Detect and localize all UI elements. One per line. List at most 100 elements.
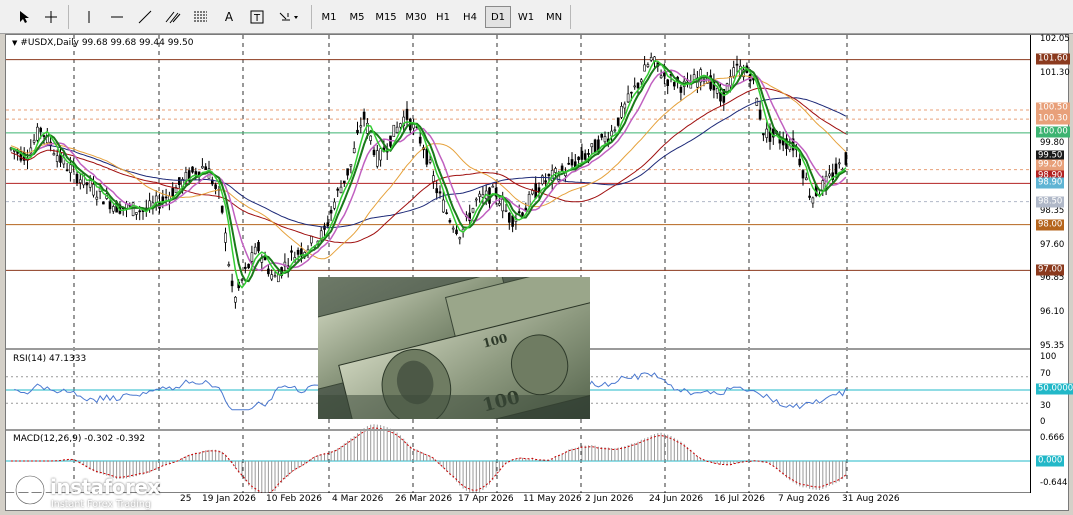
candle-body [544, 180, 547, 183]
timeframe-m1-button[interactable]: M1 [316, 6, 342, 28]
timeframe-w1-button[interactable]: W1 [513, 6, 539, 28]
date-tick: 11 May 2026 [523, 494, 582, 504]
level-label: 99.20 [1036, 159, 1065, 171]
horizontal-line-icon[interactable] [106, 6, 128, 28]
candle-body [613, 129, 617, 132]
candle-body [491, 185, 495, 188]
candle-body [425, 148, 429, 165]
candle-body [230, 280, 234, 287]
terminal-window: A T M1 M5 M15 M30 H1 H4 D1 W1 MN ▼ #USDX,… [0, 0, 1073, 515]
candle-body [257, 241, 260, 252]
timeframe-h4-button[interactable]: H4 [457, 6, 483, 28]
candle-body [643, 64, 646, 72]
pane-separator[interactable] [6, 429, 1030, 431]
candle-body [52, 153, 56, 156]
candle-body [108, 201, 112, 210]
date-tick: 10 Feb 2026 [266, 494, 323, 504]
candle-body [346, 168, 349, 176]
price-tick: 101.30 [1040, 68, 1070, 78]
candle-body [501, 198, 505, 212]
price-tick: 102.05 [1040, 34, 1070, 44]
candle-body [471, 208, 475, 213]
candle-body [663, 71, 666, 77]
candle-body [672, 82, 676, 87]
instaforex-logo-icon [14, 474, 46, 506]
crosshair-icon[interactable] [40, 6, 62, 28]
arrows-icon[interactable] [274, 6, 304, 28]
macd-tick: 0.666 [1040, 433, 1065, 443]
candle-body [250, 252, 254, 262]
text-icon[interactable]: A [218, 6, 240, 28]
candle-body [342, 180, 346, 184]
candle-body [659, 75, 663, 79]
candle-body [441, 199, 445, 213]
vertical-line-icon[interactable] [78, 6, 100, 28]
toolbar-separator [68, 5, 69, 29]
date-tick: 24 Jun 2026 [649, 494, 704, 504]
candle-body [85, 182, 89, 186]
chart-menu-arrow-icon[interactable]: ▼ [12, 39, 17, 47]
candle-body [333, 201, 336, 209]
candle-body [79, 179, 82, 183]
candle-body [507, 212, 511, 223]
candle-body [36, 126, 39, 141]
text-label-icon[interactable]: T [246, 6, 268, 28]
price-tick: 95.35 [1040, 341, 1065, 351]
candle-body [801, 170, 805, 179]
candle-body [214, 184, 217, 189]
level-label: 98.90 [1036, 177, 1065, 189]
candle-body [455, 229, 458, 235]
chart-window[interactable]: ▼ #USDX,Daily 99.68 99.68 99.44 99.50 102… [5, 34, 1073, 511]
candle-body [102, 201, 105, 205]
date-tick: 17 Apr 2026 [458, 494, 514, 504]
timeframe-m5-button[interactable]: M5 [344, 6, 370, 28]
candle-body [633, 85, 637, 88]
candle-body [567, 162, 571, 165]
candle-body [435, 188, 439, 194]
date-tick: 19 Jan 2026 [202, 494, 256, 504]
date-tick: 2 Jun 2026 [585, 494, 634, 504]
candle-body [725, 83, 729, 93]
channel-icon[interactable] [162, 6, 184, 28]
candle-body [570, 159, 574, 166]
candle-body [171, 188, 174, 197]
timeframe-d1-button[interactable]: D1 [485, 6, 511, 28]
candle-body [405, 108, 409, 120]
candle-body [75, 173, 79, 184]
trendline-icon[interactable] [134, 6, 156, 28]
candle-body [590, 143, 594, 148]
rsi-level-label: 50.0000 [1036, 383, 1073, 395]
candle-body [600, 133, 604, 138]
candle-body [326, 222, 330, 227]
candle-body [587, 152, 590, 155]
candle-body [362, 111, 366, 120]
candle-body [448, 220, 452, 223]
candle-body [646, 64, 650, 67]
fibonacci-icon[interactable] [190, 6, 212, 28]
candle-body [834, 163, 838, 175]
candle-body [290, 250, 293, 253]
timeframe-m30-button[interactable]: M30 [402, 6, 430, 28]
candle-body [88, 180, 92, 188]
timeframe-h1-button[interactable]: H1 [430, 6, 456, 28]
price-scale-border [1030, 35, 1031, 493]
cursor-icon[interactable] [13, 6, 35, 28]
candle-body [511, 215, 514, 227]
candle-body [399, 123, 402, 128]
candle-body [762, 133, 765, 136]
candle-body [349, 164, 353, 167]
candle-body [329, 209, 333, 214]
macd-level-label: 0.000 [1036, 455, 1065, 467]
level-label: 98.50 [1036, 196, 1065, 208]
price-tick: 96.10 [1040, 307, 1065, 317]
chart-canvas[interactable] [6, 35, 1030, 493]
candle-body [804, 177, 808, 181]
candle-body [65, 169, 69, 172]
candle-body [554, 168, 557, 173]
timeframe-mn-button[interactable]: MN [541, 6, 567, 28]
rsi-title: RSI(14) 47.1333 [13, 354, 87, 364]
candle-body [474, 198, 478, 201]
timeframe-m15-button[interactable]: M15 [372, 6, 400, 28]
candle-body [765, 128, 769, 138]
candle-body [375, 150, 379, 167]
